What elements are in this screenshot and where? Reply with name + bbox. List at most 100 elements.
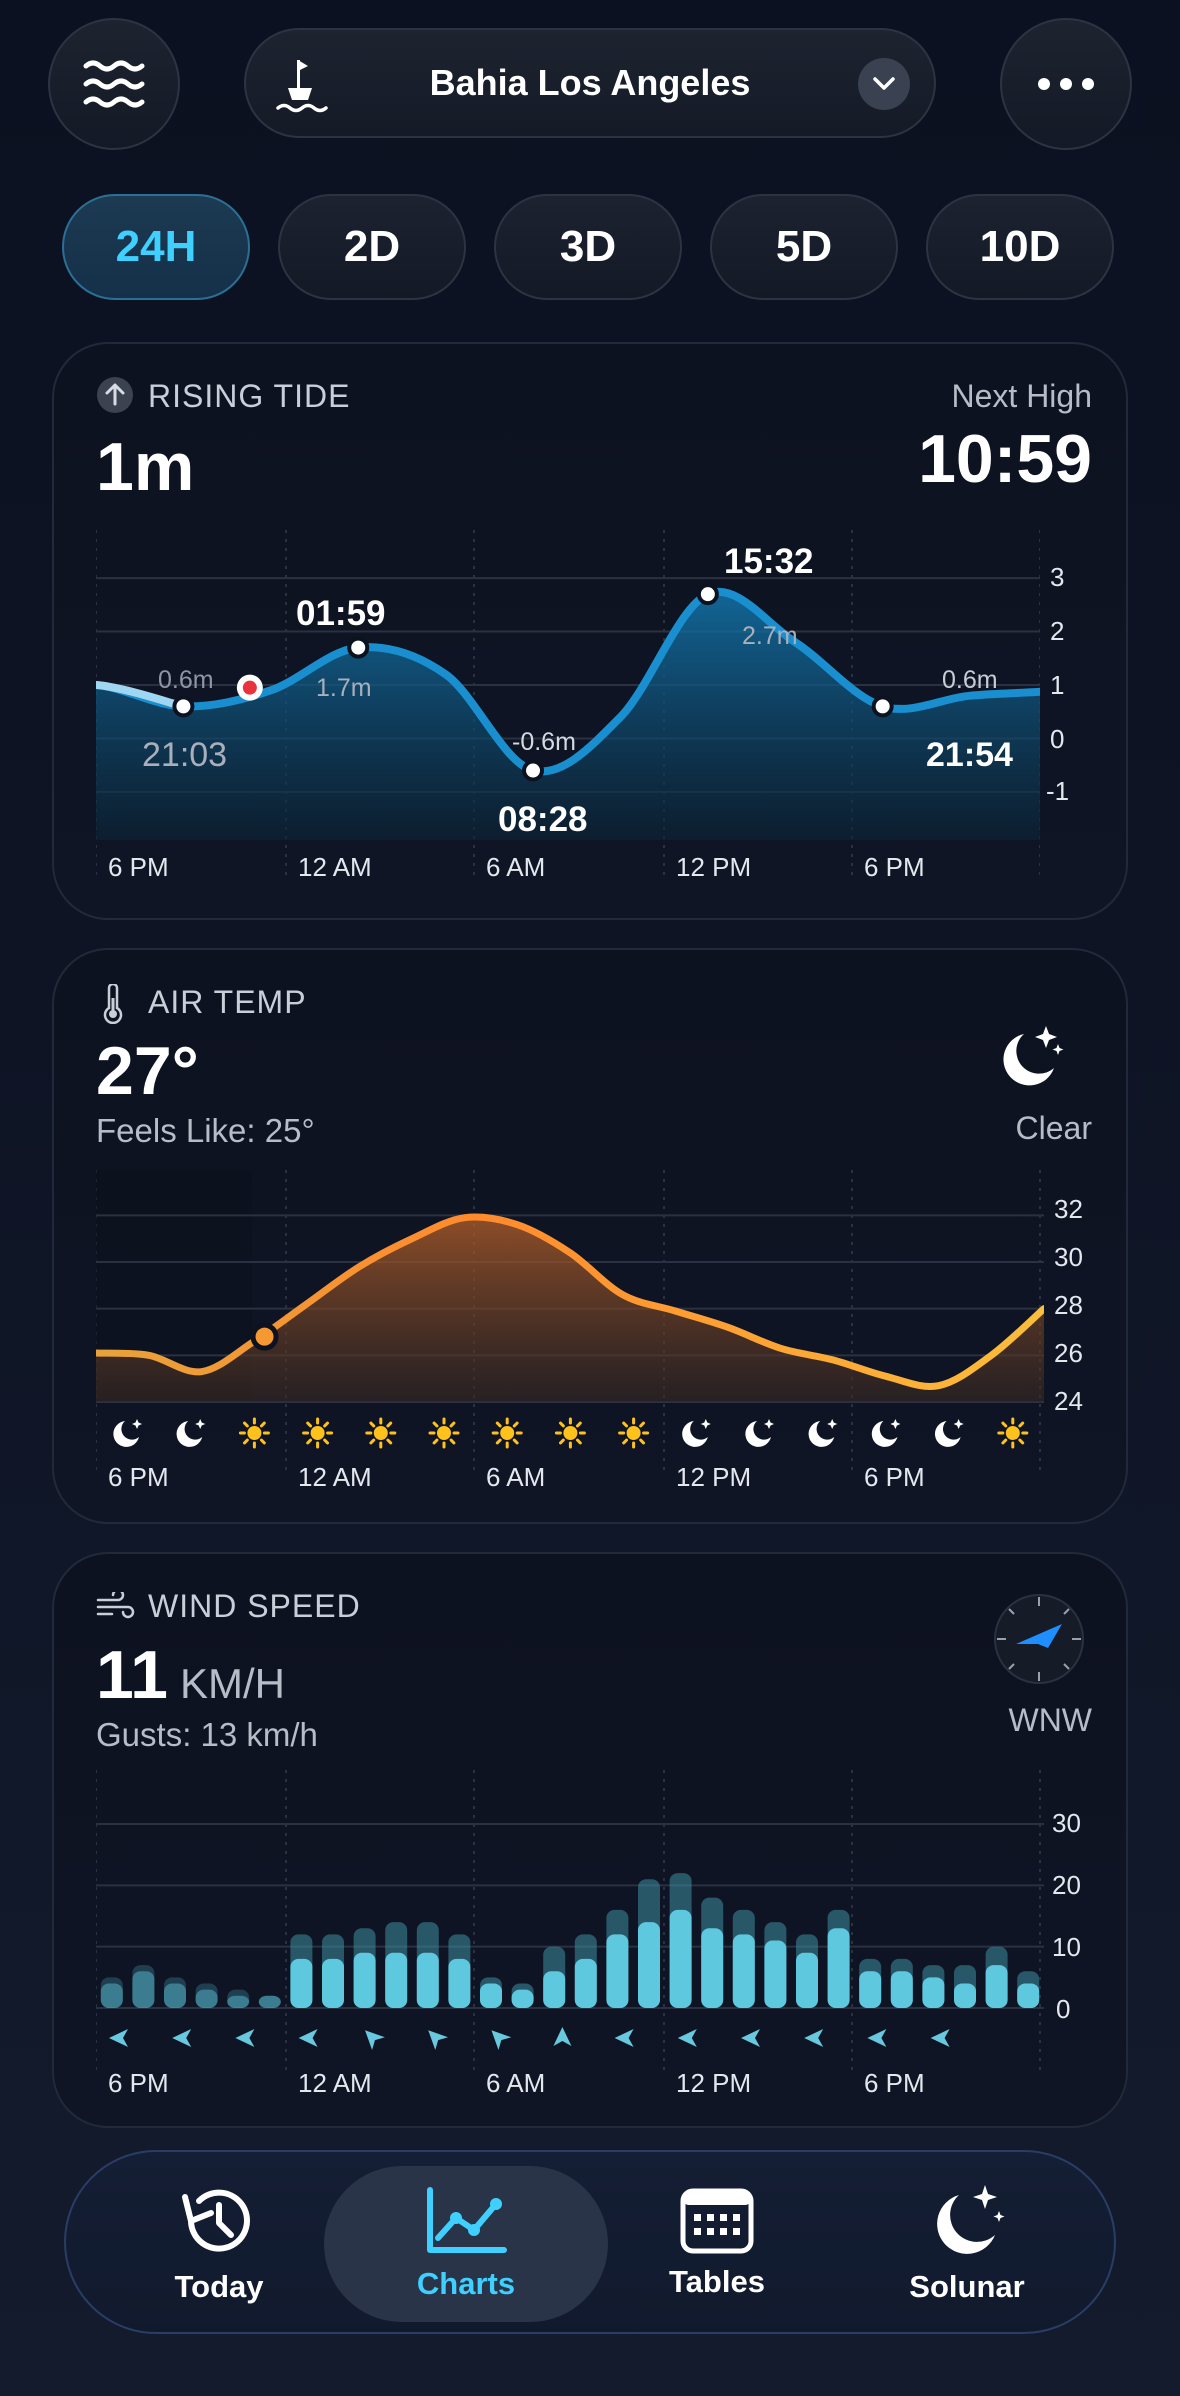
sun-icon: [618, 1417, 650, 1449]
wind-direction-arrow: [614, 2028, 634, 2047]
wind-y-tick: 10: [1052, 1932, 1081, 1962]
wind-x-tick: 6 PM: [108, 2068, 169, 2098]
wind-speed-bar: [195, 1989, 218, 2008]
wind-direction-arrow: [491, 2030, 512, 2051]
nav-label: Tables: [669, 2264, 765, 2299]
wind-speed-bar: [985, 1965, 1008, 2008]
sun-icon: [365, 1417, 397, 1449]
wind-x-tick: 12 AM: [298, 2068, 372, 2098]
range-2d[interactable]: 2D: [278, 194, 466, 300]
wind-speed-bar: [385, 1952, 408, 2008]
air-y-tick: 24: [1054, 1386, 1083, 1416]
range-3d[interactable]: 3D: [494, 194, 682, 300]
tide-value: 1m: [96, 429, 195, 505]
wind-speed-bar: [701, 1928, 724, 2008]
wind-speed-bar: [890, 1971, 913, 2008]
range-5d[interactable]: 5D: [710, 194, 898, 300]
air-y-tick: 32: [1054, 1194, 1083, 1224]
wind-direction-arrow: [677, 2028, 697, 2047]
wind-y-tick: 20: [1052, 1870, 1081, 1900]
wind-speed-bar: [638, 1922, 660, 2008]
calendar-grid-icon: [680, 2188, 754, 2254]
tide-annotation-height: 0.6m: [158, 666, 214, 694]
tide-y-tick: 0: [1050, 724, 1065, 754]
tide-annotation-time: 21:54: [926, 736, 1013, 774]
wind-direction-arrow: [553, 2027, 572, 2046]
tide-annotation-height: -0.6m: [512, 728, 576, 756]
chevron-down-icon[interactable]: [858, 58, 910, 110]
wind-speed-bar: [100, 1983, 123, 2008]
wind-label: WIND SPEED: [148, 1588, 361, 1624]
wind-speed-bar: [606, 1934, 629, 2008]
history-clock-icon: [182, 2189, 250, 2252]
tide-extreme-point: [522, 759, 545, 782]
air-x-tick: 12 PM: [676, 1462, 752, 1492]
air-x-tick: 6 PM: [108, 1462, 169, 1492]
wind-speed-bar: [543, 1971, 566, 2008]
sun-icon: [428, 1417, 460, 1449]
tide-annotation-time: 08:28: [498, 800, 588, 839]
wind-speed-bar: [448, 1958, 471, 2008]
air-x-tick: 6 AM: [486, 1462, 546, 1492]
tide-y-tick: 3: [1050, 562, 1065, 592]
wind-speed-bar: [859, 1971, 882, 2008]
wind-speed-bar: [322, 1958, 344, 2008]
tide-y-tick: 1: [1050, 670, 1065, 700]
air-temp-chart: [96, 1170, 1044, 1470]
range-10d[interactable]: 10D: [926, 194, 1114, 300]
tide-annotation-time: 01:59: [296, 594, 386, 633]
nav-label: Today: [174, 2269, 264, 2304]
wind-direction-arrow: [298, 2029, 318, 2048]
wind-speed-bar: [511, 1989, 534, 2008]
moon-icon: [808, 1419, 838, 1447]
air-y-tick: 28: [1054, 1290, 1083, 1320]
more-options-button[interactable]: [1000, 18, 1132, 150]
wind-speed-bar: [290, 1958, 313, 2008]
moon-icon: [934, 1419, 964, 1447]
nav-today[interactable]: Today: [94, 2152, 344, 2336]
waves-icon: [83, 60, 145, 108]
wind-speed-bar: [1017, 1983, 1040, 2008]
nav-solunar[interactable]: Solunar: [842, 2152, 1092, 2336]
nav-charts[interactable]: Charts: [324, 2166, 608, 2322]
tide-label: RISING TIDE: [148, 378, 351, 414]
bottom-nav: Today Charts Tables Solunar: [64, 2150, 1116, 2334]
sun-icon: [997, 1417, 1029, 1449]
wind-direction-arrow: [428, 2030, 449, 2051]
nav-label: Charts: [416, 2266, 516, 2301]
tide-extreme-point: [871, 695, 894, 718]
tide-extreme-point: [696, 583, 719, 606]
location-name: Bahia Los Angeles: [429, 62, 751, 103]
air-x-tick: 12 AM: [298, 1462, 372, 1492]
tide-x-tick: 12 PM: [676, 852, 752, 882]
tide-annotation-time: 15:32: [724, 542, 814, 581]
wind-direction-arrow: [235, 2028, 255, 2047]
sun-icon: [491, 1417, 523, 1449]
current-temp-dot: [255, 1327, 274, 1346]
wind-unit: KM/H: [180, 1660, 285, 1707]
wind-speed-bar: [732, 1934, 755, 2008]
tide-x-tick: 6 AM: [486, 852, 546, 882]
wind-y-tick: 0: [1056, 1994, 1071, 2024]
wind-speed-bar: [954, 1983, 976, 2008]
wind-x-tick: 6 PM: [864, 2068, 925, 2098]
wind-speed-bar: [827, 1928, 850, 2008]
tide-x-tick: 12 AM: [298, 852, 372, 882]
next-high-label: Next High: [951, 378, 1093, 414]
tide-menu-button[interactable]: [48, 18, 180, 150]
air-temp-label: AIR TEMP: [148, 984, 307, 1020]
air-y-tick: 30: [1054, 1242, 1083, 1272]
wind-direction-arrow: [930, 2028, 950, 2047]
wind-speed-bar: [353, 1952, 376, 2008]
compass-icon: [994, 1594, 1084, 1684]
tide-y-tick: -1: [1046, 776, 1070, 806]
location-selector[interactable]: Bahia Los Angeles: [244, 28, 936, 138]
wind-x-tick: 6 AM: [486, 2068, 546, 2098]
wind-direction-arrow: [365, 2030, 385, 2051]
wind-direction-arrow: [109, 2029, 128, 2047]
tide-extreme-point: [172, 695, 195, 718]
weather-condition: Clear: [1015, 1110, 1092, 1146]
range-24h[interactable]: 24H: [62, 194, 250, 300]
nav-tables[interactable]: Tables: [592, 2152, 842, 2336]
wind-speed-bar: [258, 1995, 281, 2008]
